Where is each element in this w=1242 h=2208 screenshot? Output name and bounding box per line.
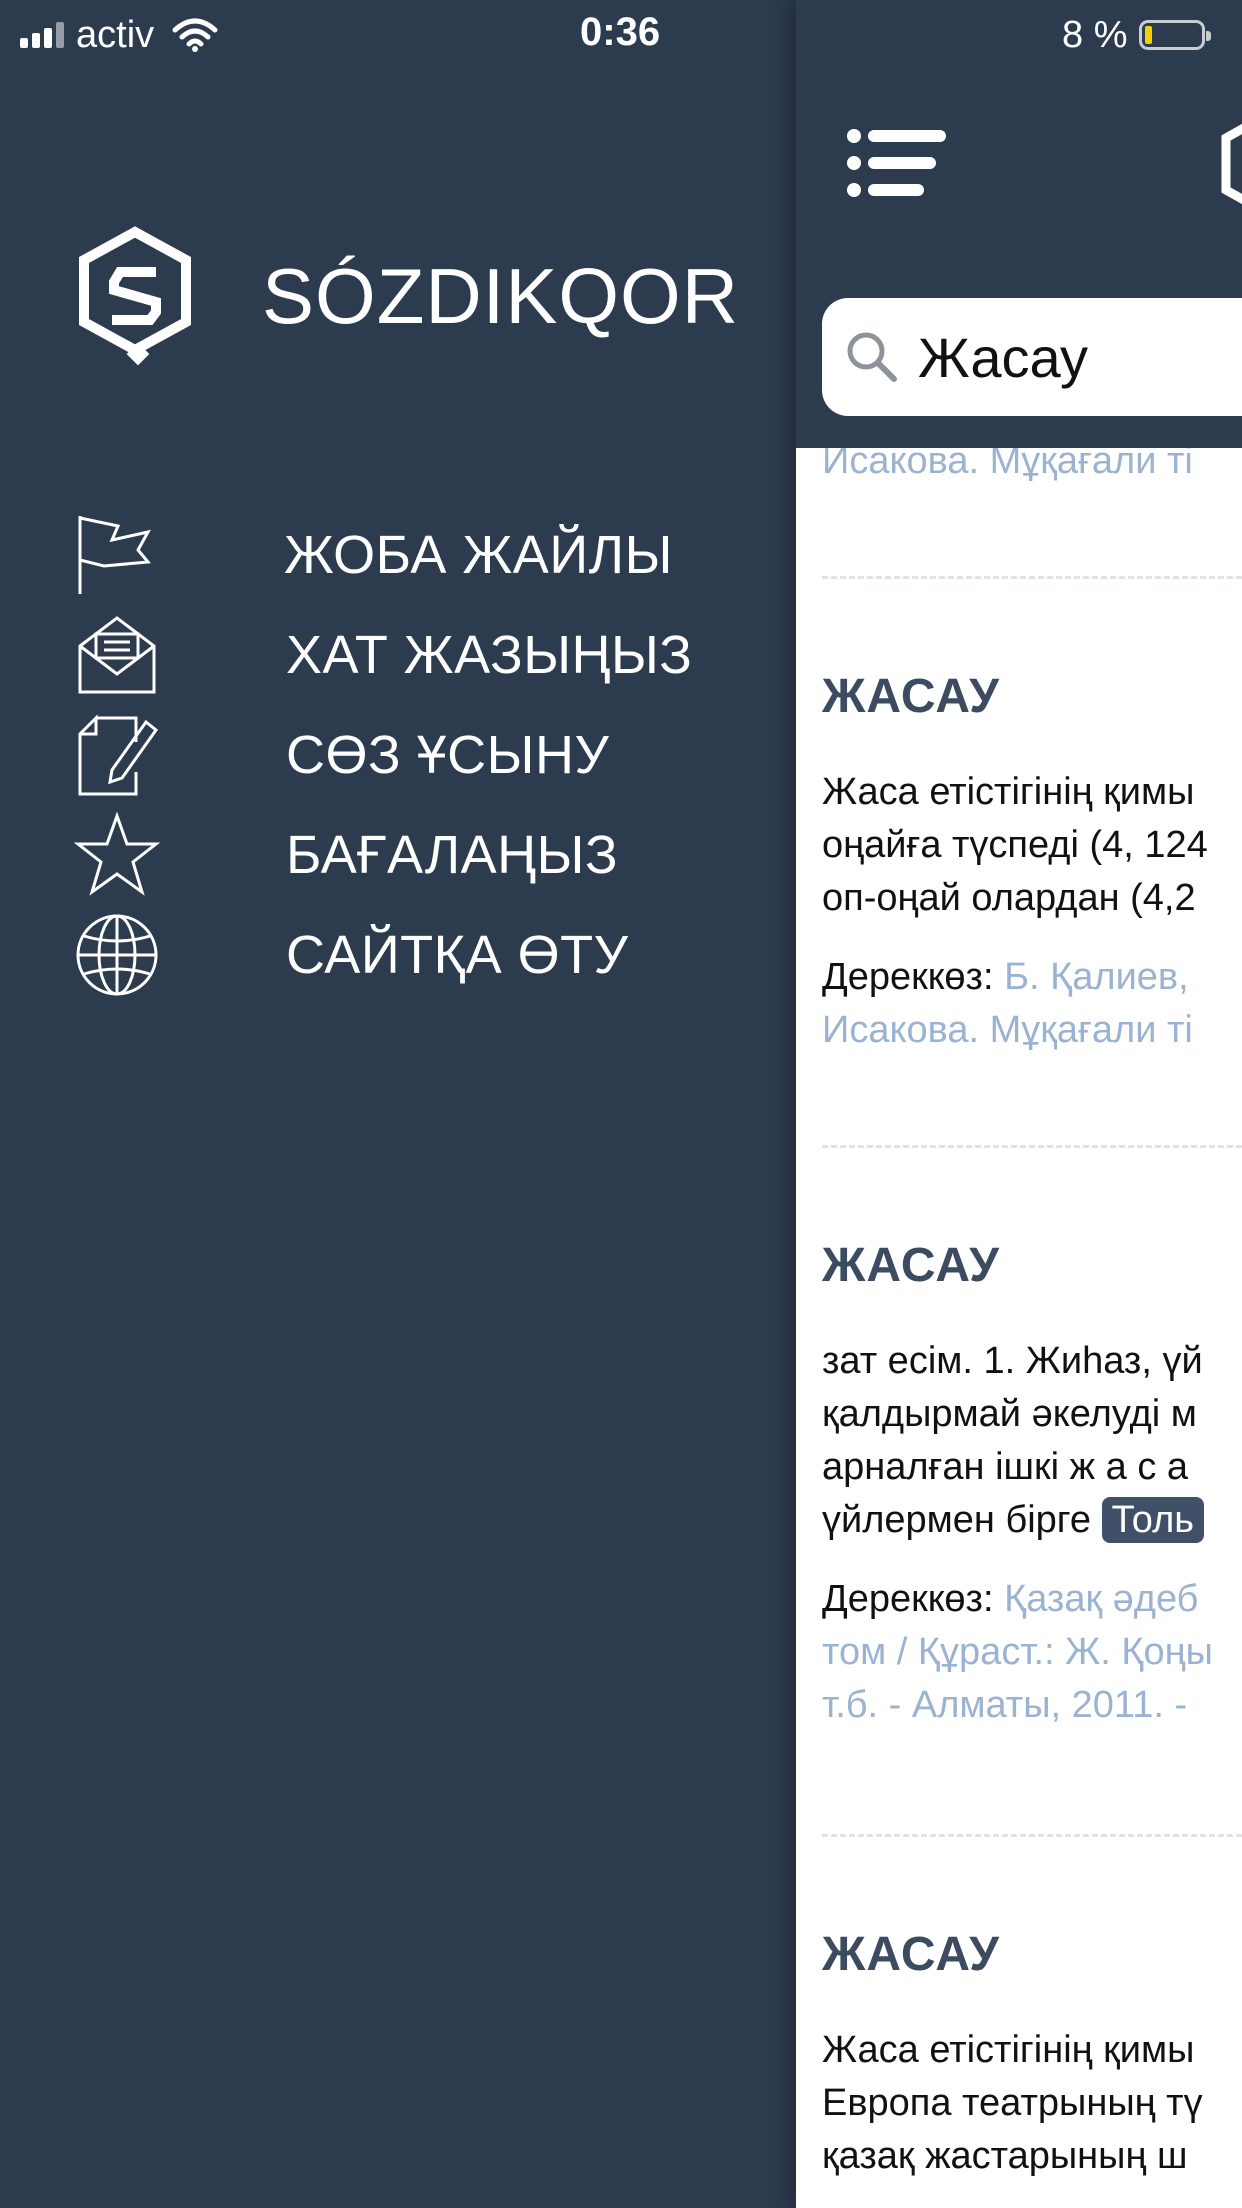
status-bar: activ 0:36 8 % [0, 0, 1242, 70]
entry-text: оңайға түспеді (4, 124 [822, 824, 1208, 866]
entry-title: ЖАСАУ [822, 670, 1001, 723]
logo-icon [1221, 123, 1242, 205]
entry-text: Жаса етістігінің қимы [822, 2029, 1195, 2071]
menu-item-rate[interactable]: БАҒАЛАҢЫЗ [74, 805, 774, 905]
results-list: Исакова. Мұқағали ті ЖАСАУ Жаса етістігі… [822, 420, 1242, 2183]
star-icon [74, 812, 160, 898]
edit-document-icon [74, 712, 160, 798]
source-link[interactable]: Қазақ әдеб [1004, 1578, 1198, 1620]
envelope-icon [74, 612, 160, 698]
entry-text: Европа театрының тү [822, 2082, 1203, 2124]
source-link[interactable]: том / Құраст.: Ж. Қоңы [822, 1626, 1242, 1679]
more-tag[interactable]: Толь [1101, 1497, 1205, 1543]
result-entry[interactable]: ЖАСАУ Жаса етістігінің қимы Европа театр… [822, 1927, 1242, 2183]
divider [822, 1834, 1242, 1837]
search-input[interactable]: Жасау [918, 325, 1088, 390]
entry-title: ЖАСАУ [822, 1928, 1001, 1981]
menu-icon[interactable] [846, 128, 950, 198]
search-bar[interactable]: Жасау [822, 298, 1242, 416]
source-link[interactable]: Исакова. Мұқағали ті [822, 1004, 1242, 1057]
brand-name: SÓZDIKQOR [262, 251, 740, 340]
entry-text: қалдырмай әкелуді м [822, 1393, 1197, 1435]
status-left: activ [20, 10, 218, 60]
source-link[interactable]: Б. Қалиев, [1004, 956, 1189, 998]
source-label: Дереккөз: [822, 956, 994, 998]
menu-item-label: БАҒАЛАҢЫЗ [286, 825, 619, 885]
main-panel: Жасау Исакова. Мұқағали ті ЖАСАУ Жаса ет… [796, 0, 1242, 2208]
entry-source: Дереккөз: Б. Қалиев, [822, 951, 1242, 1004]
menu-item-label: ХАТ ЖАЗЫҢЫЗ [286, 625, 693, 685]
side-menu-list: ЖОБА ЖАЙЛЫ ХАТ ЖАЗЫҢЫЗ СӨЗ ҰСЫНУ БАҒАЛАҢ… [74, 505, 774, 1005]
carrier-name: activ [76, 13, 155, 56]
menu-item-website[interactable]: САЙТҚА ӨТУ [74, 905, 774, 1005]
entry-text: оп-оңай олардан (4,2 [822, 877, 1196, 919]
globe-icon [74, 912, 160, 998]
menu-item-about[interactable]: ЖОБА ЖАЙЛЫ [74, 505, 774, 605]
entry-text: арналған ішкі ж а с а [822, 1446, 1189, 1488]
wifi-icon [172, 18, 218, 52]
divider [822, 1145, 1242, 1148]
menu-item-suggest-word[interactable]: СӨЗ ҰСЫНУ [74, 705, 774, 805]
divider [822, 576, 1242, 579]
menu-item-label: САЙТҚА ӨТУ [286, 925, 629, 985]
entry-source: Дереккөз: Қазақ әдеб [822, 1573, 1242, 1626]
sozdikqor-logo-icon [79, 226, 191, 366]
entry-text: үйлермен бірге Толь [822, 1494, 1242, 1547]
clock: 0:36 [580, 10, 661, 54]
entry-title: ЖАСАУ [822, 1239, 1001, 1292]
entry-text: зат есім. 1. Жиһаз, үй [822, 1340, 1203, 1382]
side-menu: SÓZDIKQOR ЖОБА ЖАЙЛЫ ХАТ ЖАЗЫҢЫЗ СӨЗ ҰСЫ… [0, 0, 796, 2208]
entry-text: қазақ жастарының ш [822, 2135, 1188, 2177]
result-entry[interactable]: ЖАСАУ зат есім. 1. Жиһаз, үй қалдырмай ә… [822, 1238, 1242, 1732]
battery-percent: 8 % [1062, 13, 1128, 56]
signal-icon [20, 22, 64, 48]
source-label: Дереккөз: [822, 1578, 994, 1620]
brand: SÓZDIKQOR [74, 226, 739, 366]
menu-item-label: СӨЗ ҰСЫНУ [286, 725, 610, 785]
menu-item-label: ЖОБА ЖАЙЛЫ [284, 525, 673, 585]
status-right: 8 % [1062, 10, 1212, 60]
entry-text-last: үйлермен бірге [822, 1499, 1091, 1541]
menu-item-write-letter[interactable]: ХАТ ЖАЗЫҢЫЗ [74, 605, 774, 705]
source-link[interactable]: т.б. - Алматы, 2011. - [822, 1679, 1242, 1732]
flag-icon [74, 512, 160, 598]
battery-icon [1139, 20, 1212, 50]
entry-text: Жаса етістігінің қимы [822, 771, 1195, 813]
result-entry[interactable]: ЖАСАУ Жаса етістігінің қимы оңайға түспе… [822, 669, 1242, 1057]
search-icon [847, 332, 897, 382]
